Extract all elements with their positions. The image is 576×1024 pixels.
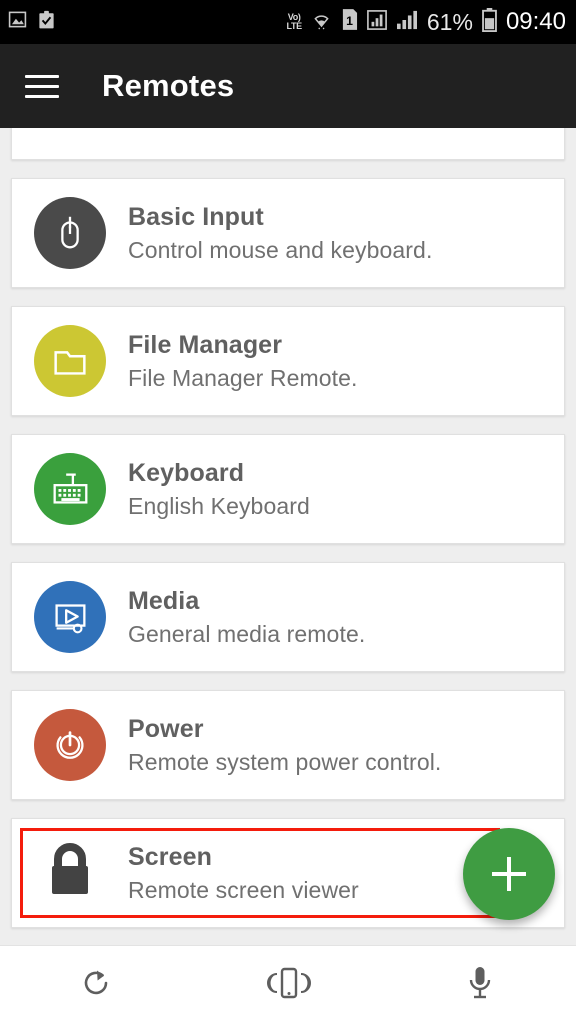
list-item-subtitle: File Manager Remote. <box>128 364 358 391</box>
list-item-subtitle: Control mouse and keyboard. <box>128 236 433 263</box>
basic-input-icon-wrap <box>31 194 109 272</box>
power-icon-wrap <box>31 706 109 784</box>
app-bar: Remotes <box>0 44 576 128</box>
status-bar: Vo) LTE 1 61% 09:40 <box>0 0 576 44</box>
list-item-title: Media <box>128 586 200 615</box>
remotes-list[interactable]: Get more features... Basic Inpu <box>0 128 576 946</box>
page-title: Remotes <box>102 68 235 103</box>
placeholder-icon <box>31 128 109 139</box>
svg-text:1: 1 <box>346 14 353 28</box>
list-item-title: Basic Input <box>128 202 264 231</box>
list-item-title: Screen <box>128 842 212 871</box>
lock-icon <box>43 841 97 906</box>
voice-button[interactable] <box>384 946 576 1024</box>
phone-screen: Vo) LTE 1 61% 09:40 Remotes Basic Input … <box>0 0 576 1024</box>
refresh-button[interactable] <box>0 946 192 1024</box>
screen-icon-wrap <box>31 834 109 912</box>
list-item-subtitle: General media remote. <box>128 620 366 647</box>
keyboard-icon <box>34 453 106 525</box>
folder-icon <box>34 325 106 397</box>
image-icon <box>8 10 27 34</box>
list-item-basic-input[interactable]: Basic Input Control mouse and keyboard. <box>11 178 565 288</box>
status-bar-left-icons <box>8 10 56 35</box>
list-item-power[interactable]: Power Remote system power control. <box>11 690 565 800</box>
refresh-icon <box>79 966 113 1005</box>
sim-1-icon: 1 <box>341 9 358 35</box>
list-item-subtitle: Remote system power control. <box>128 748 442 775</box>
list-item-title: Keyboard <box>128 458 245 487</box>
signal-bars-boxed-icon <box>366 9 387 35</box>
microphone-icon <box>465 964 495 1007</box>
battery-icon <box>482 7 497 37</box>
list-item-media[interactable]: Media General media remote. <box>11 562 565 672</box>
volte-lte-icon: Vo) LTE <box>286 11 302 31</box>
mouse-icon <box>34 197 106 269</box>
list-item-title: Power <box>128 714 204 743</box>
status-bar-right-icons: Vo) LTE 1 61% 09:40 <box>286 7 566 37</box>
media-icon-wrap <box>31 578 109 656</box>
media-play-icon <box>34 581 106 653</box>
battery-percent-label: 61% <box>426 8 473 35</box>
phone-signal-icon <box>260 964 316 1007</box>
list-item-subtitle: Remote screen viewer <box>128 876 359 903</box>
clipboard-check-icon <box>37 10 56 35</box>
list-item-title: File Manager <box>128 330 283 359</box>
hamburger-menu-icon[interactable] <box>14 58 70 114</box>
discover-device-button[interactable] <box>192 946 384 1024</box>
add-remote-fab[interactable] <box>463 828 555 920</box>
clock-label: 09:40 <box>505 8 566 35</box>
power-icon <box>34 709 106 781</box>
wifi-icon <box>311 9 332 35</box>
list-item-keyboard[interactable]: Keyboard English Keyboard <box>11 434 565 544</box>
list-item-file-manager[interactable]: File Manager File Manager Remote. <box>11 306 565 416</box>
signal-bars-icon <box>396 10 418 35</box>
list-item-get-more-features[interactable]: Get more features... <box>11 128 565 160</box>
bottom-toolbar <box>0 945 576 1024</box>
list-item-subtitle: English Keyboard <box>128 492 310 519</box>
keyboard-icon-wrap <box>31 450 109 528</box>
file-manager-icon-wrap <box>31 322 109 400</box>
